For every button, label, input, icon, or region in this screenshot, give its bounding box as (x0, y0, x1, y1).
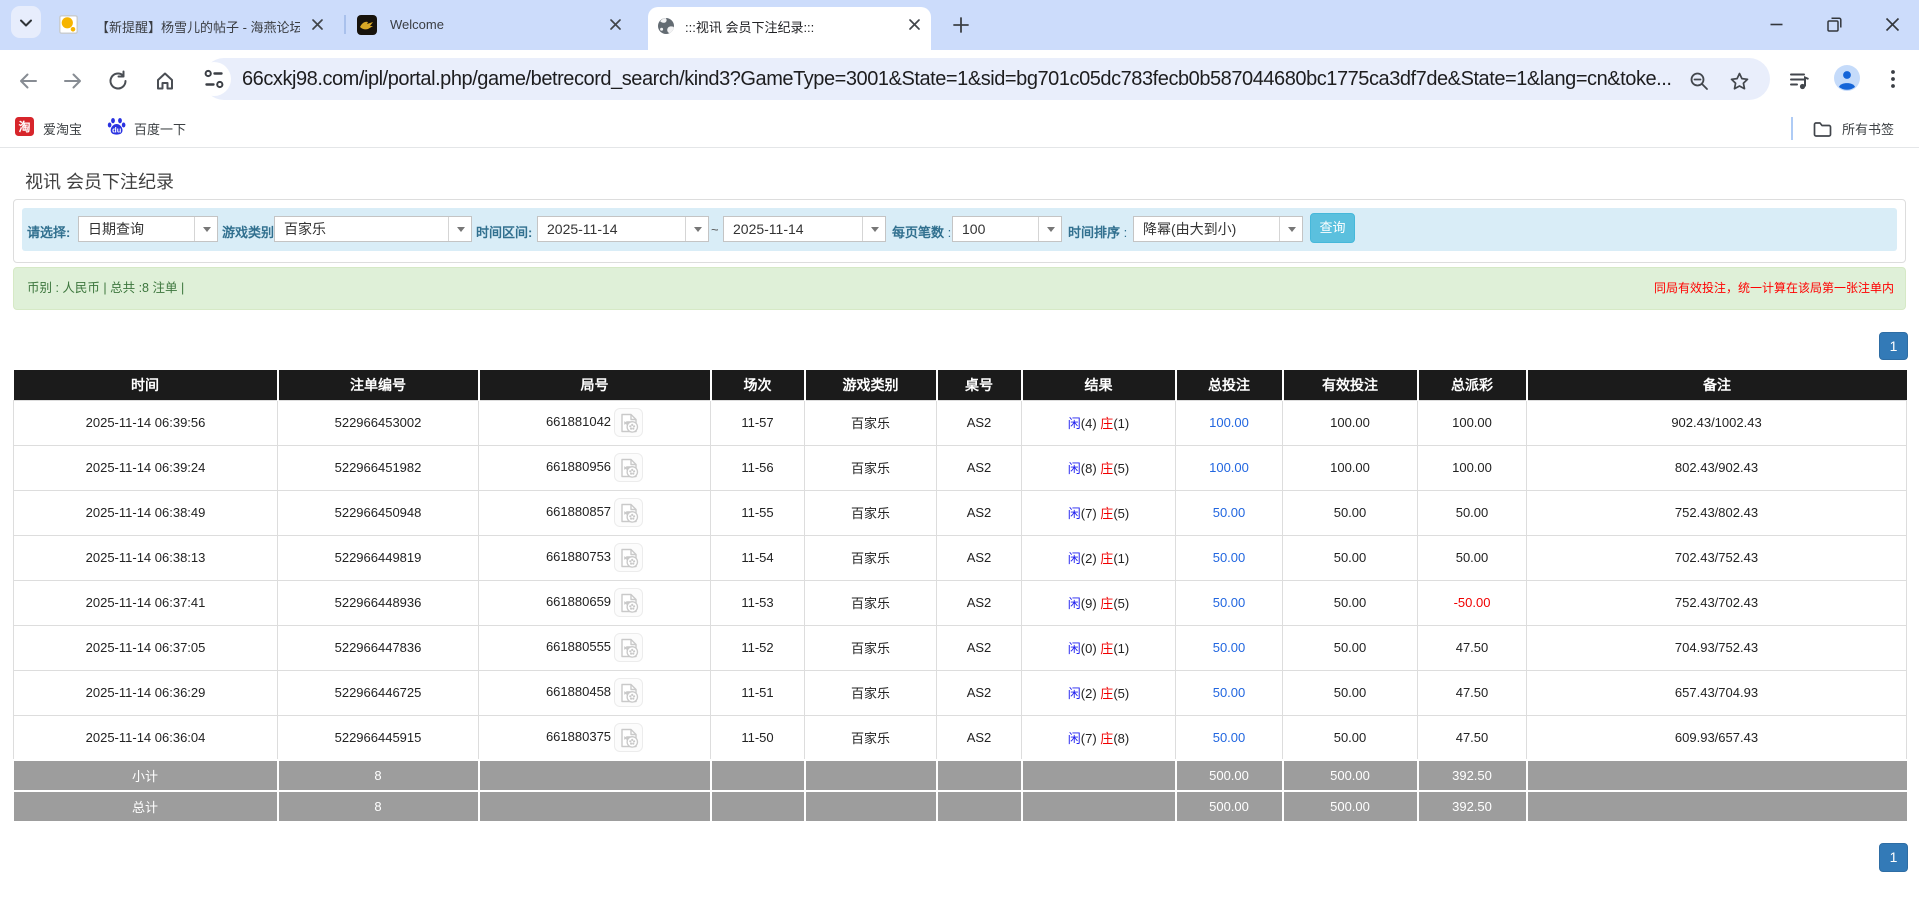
svg-text:du: du (112, 125, 122, 134)
svg-text:淘: 淘 (18, 119, 30, 134)
